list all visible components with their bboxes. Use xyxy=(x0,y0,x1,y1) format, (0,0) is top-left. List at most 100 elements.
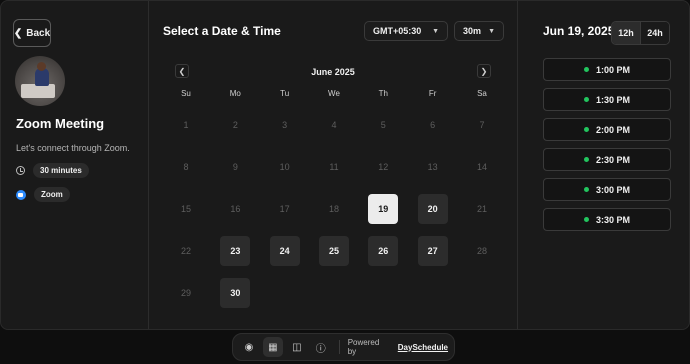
meeting-title: Zoom Meeting xyxy=(16,116,105,131)
calendar-day: 29 xyxy=(180,288,191,298)
next-month-button[interactable]: ❯ xyxy=(477,64,491,78)
availability-dot-icon xyxy=(583,127,589,132)
help-icon[interactable]: ⓘ xyxy=(311,337,331,357)
weekday-label: Su xyxy=(181,89,191,98)
time-slot-button[interactable]: 3:00 PM xyxy=(543,178,671,201)
chevron-down-icon: ▼ xyxy=(432,27,439,35)
duration-select[interactable]: 30m ▼ xyxy=(454,21,504,41)
weekday-label: Tu xyxy=(280,89,290,98)
duration-badge: 30 minutes xyxy=(33,163,89,178)
time-slot-button[interactable]: 3:30 PM xyxy=(543,208,671,231)
calendar-day: 12 xyxy=(378,162,389,172)
meeting-description: Let's connect through Zoom. xyxy=(16,143,130,153)
time-slot-label: 2:30 PM xyxy=(595,154,630,165)
calendar-day: 4 xyxy=(331,120,337,130)
time-slot-label: 2:00 PM xyxy=(595,124,630,135)
weekday-label: Mo xyxy=(229,89,241,98)
zoom-icon xyxy=(16,189,26,200)
powered-by-text: Powered by xyxy=(347,338,380,356)
duration-value: 30m xyxy=(463,26,482,36)
time-slot-button[interactable]: 1:00 PM xyxy=(543,58,671,81)
back-button[interactable]: ❮ Back xyxy=(13,19,51,47)
availability-dot-icon xyxy=(583,187,589,192)
availability-dot-icon xyxy=(583,217,589,222)
calendar-day: 15 xyxy=(180,204,191,214)
calendar-day: 28 xyxy=(476,246,487,256)
calendar-day[interactable]: 26 xyxy=(368,236,399,266)
availability-dot-icon xyxy=(583,157,589,162)
duration-row: 30 minutes xyxy=(16,163,89,178)
calendar-day[interactable]: 25 xyxy=(318,236,349,266)
time-slot-button[interactable]: 2:30 PM xyxy=(543,148,671,171)
time-slot-button[interactable]: 1:30 PM xyxy=(543,88,671,111)
calendar-icon[interactable]: ▦ xyxy=(262,337,283,357)
calendar-day: 3 xyxy=(282,120,288,130)
calendar-week: 29 30 xyxy=(171,272,497,314)
calendar-day[interactable]: 20 xyxy=(417,194,448,224)
chevron-right-icon: ❯ xyxy=(480,66,488,76)
calendar-day: 9 xyxy=(232,162,238,172)
clock-icon xyxy=(16,166,25,175)
brand-link[interactable]: DaySchedule xyxy=(398,343,448,352)
avatar xyxy=(15,56,65,106)
palette-icon[interactable]: ◉ xyxy=(239,337,259,357)
weekday-label: Th xyxy=(378,89,388,98)
calendar-day[interactable]: 19 xyxy=(368,194,399,224)
calendar-day[interactable]: 23 xyxy=(220,236,251,266)
time-slot-label: 3:00 PM xyxy=(595,184,630,195)
selected-date-heading: Jun 19, 2025 xyxy=(543,24,615,38)
time-slot-button[interactable]: 2:00 PM xyxy=(543,118,671,141)
format-24h-button[interactable]: 24h xyxy=(640,22,669,44)
calendar-day[interactable]: 30 xyxy=(220,278,251,308)
time-slot-label: 3:30 PM xyxy=(595,214,630,225)
calendar-day[interactable]: 24 xyxy=(269,236,300,266)
calendar-day: 1 xyxy=(183,120,189,130)
platform-row: Zoom xyxy=(16,187,70,202)
grid-icon[interactable]: ◫ xyxy=(287,337,307,357)
month-label: June 2025 xyxy=(311,67,355,77)
calendar-day: 8 xyxy=(183,162,189,172)
calendar-day: 22 xyxy=(180,246,191,256)
calendar-week: 22 23 24 25 26 27 28 xyxy=(171,230,497,272)
availability-dot-icon xyxy=(583,97,589,102)
timezone-value: GMT+05:30 xyxy=(373,26,422,36)
picker-title: Select a Date & Time xyxy=(163,24,281,38)
chevron-left-icon: ❮ xyxy=(13,27,23,39)
calendar-day: 5 xyxy=(380,120,386,130)
calendar-day: 14 xyxy=(476,162,487,172)
time-slot-list: 1:00 PM 1:30 PM 2:00 PM 2:30 PM 3:00 PM 3:30 … xyxy=(543,58,671,238)
weekday-header: Su Mo Tu We Th Fr Sa xyxy=(171,84,497,104)
footer-toolbar: ◉ ▦ ◫ ⓘ Powered by DaySchedule xyxy=(232,333,455,361)
time-slot-label: 1:00 PM xyxy=(595,64,630,75)
calendar-day: 18 xyxy=(328,204,339,214)
calendar-day: 7 xyxy=(479,120,485,130)
platform-badge: Zoom xyxy=(34,187,70,202)
calendar-day: 10 xyxy=(279,162,290,172)
booking-widget: ❮ Back Zoom Meeting Let's connect throug… xyxy=(0,0,690,330)
calendar-day: 21 xyxy=(476,204,487,214)
time-slot-label: 1:30 PM xyxy=(595,94,630,105)
calendar-day: 17 xyxy=(279,204,290,214)
calendar-grid: Su Mo Tu We Th Fr Sa 1 2 3 4 5 6 7 8 9 10 11 12 13 14… xyxy=(171,84,497,314)
calendar-day: 2 xyxy=(232,120,238,130)
chevron-down-icon: ▼ xyxy=(488,27,495,35)
calendar-week: 8 9 10 11 12 13 14 xyxy=(171,146,497,188)
date-picker-panel: Select a Date & Time GMT+05:30 ▼ 30m ▼ ❮… xyxy=(149,1,518,329)
divider xyxy=(338,340,340,354)
weekday-label: Fr xyxy=(428,89,437,98)
timezone-select[interactable]: GMT+05:30 ▼ xyxy=(364,21,448,41)
time-format-toggle: 12h 24h xyxy=(611,21,670,45)
calendar-day: 6 xyxy=(430,120,436,130)
time-slots-panel: Jun 19, 2025 12h 24h 1:00 PM 1:30 PM 2:00 … xyxy=(518,1,689,329)
availability-dot-icon xyxy=(583,67,589,72)
calendar-week: 1 2 3 4 5 6 7 xyxy=(171,104,497,146)
weekday-label: Sa xyxy=(477,89,487,98)
calendar-day: 11 xyxy=(329,162,339,172)
calendar-day: 16 xyxy=(230,204,241,214)
calendar-day: 13 xyxy=(427,162,438,172)
format-12h-button[interactable]: 12h xyxy=(612,22,640,44)
back-label: Back xyxy=(26,27,51,39)
calendar-day[interactable]: 27 xyxy=(417,236,448,266)
calendar-week: 15 16 17 18 19 20 21 xyxy=(171,188,497,230)
host-info-panel: ❮ Back Zoom Meeting Let's connect throug… xyxy=(1,1,149,329)
